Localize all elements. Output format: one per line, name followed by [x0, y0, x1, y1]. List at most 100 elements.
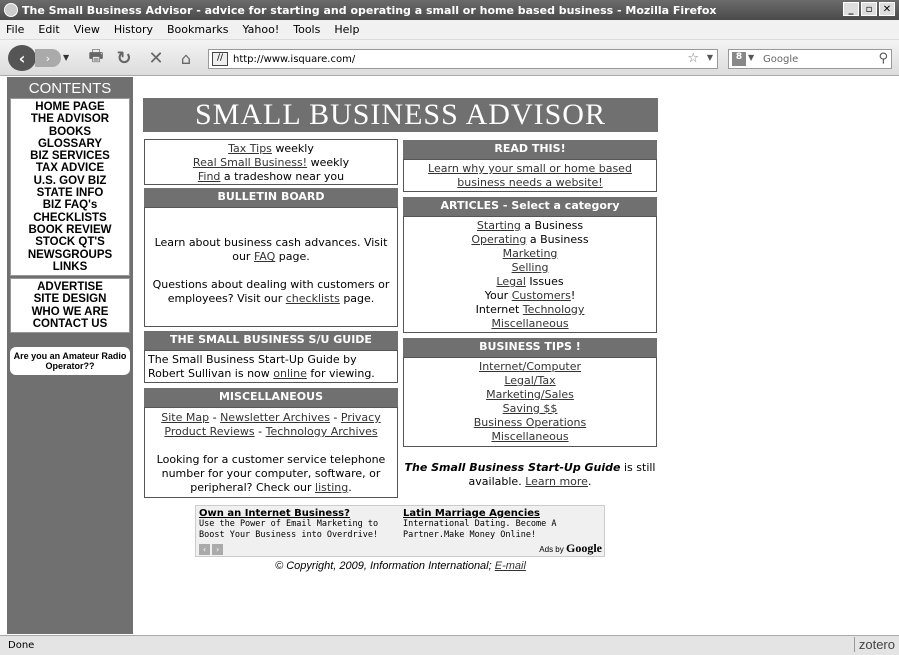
- misc-box: Site Map - Newsletter Archives - Privacy…: [144, 407, 398, 498]
- misc-sep-3: -: [254, 425, 266, 438]
- sidebar-item-site-design[interactable]: SITE DESIGN: [11, 293, 129, 305]
- maximize-button[interactable]: ▫: [861, 2, 877, 16]
- status-bar: Done zotero: [0, 635, 899, 655]
- email-link[interactable]: E-mail: [495, 560, 526, 572]
- ad-prev-icon[interactable]: ‹: [199, 544, 210, 555]
- sidebar: CONTENTS HOME PAGE THE ADVISOR BOOKS GLO…: [7, 77, 133, 634]
- tax-tips-link[interactable]: Tax Tips: [228, 142, 272, 155]
- bulletin-text-2-end: page.: [339, 292, 375, 305]
- sidebar-item-books[interactable]: BOOKS: [11, 126, 129, 138]
- learn-more-link[interactable]: Learn more: [525, 475, 588, 488]
- url-text: http://www.isquare.com/: [233, 53, 356, 65]
- sidebar-item-advisor[interactable]: THE ADVISOR: [11, 113, 129, 125]
- window-titlebar: The Small Business Advisor - advice for …: [0, 0, 899, 20]
- status-text: Done: [8, 640, 35, 651]
- sidebar-item-glossary[interactable]: GLOSSARY: [11, 138, 129, 150]
- print-icon[interactable]: 🖶: [86, 46, 106, 68]
- tip-internet-link[interactable]: Internet/Computer: [404, 360, 656, 374]
- window-controls: _ ▫ ✕: [843, 2, 895, 16]
- article-customers-link[interactable]: Customers: [512, 289, 571, 302]
- search-engine-dropdown-icon[interactable]: ▼: [748, 53, 754, 62]
- sidebar-item-book-review[interactable]: BOOK REVIEW: [11, 224, 129, 236]
- tip-operations-link[interactable]: Business Operations: [404, 416, 656, 430]
- address-bar[interactable]: // http://www.isquare.com/ ☆ ▼: [208, 49, 718, 69]
- product-reviews-link[interactable]: Product Reviews: [164, 425, 254, 438]
- google-ads: Own an Internet Business? Use the Power …: [195, 505, 605, 557]
- sidebar-item-home[interactable]: HOME PAGE: [11, 101, 129, 113]
- bookmark-star-icon[interactable]: ☆: [687, 51, 699, 66]
- ad-1-title[interactable]: Own an Internet Business?: [199, 508, 389, 519]
- menu-history[interactable]: History: [114, 23, 153, 36]
- ad-next-icon[interactable]: ›: [212, 544, 223, 555]
- ham-radio-link[interactable]: Are you an Amateur Radio Operator??: [10, 347, 130, 376]
- sidebar-item-newsgroups[interactable]: NEWSGROUPS: [11, 249, 129, 261]
- sidebar-item-who-we-are[interactable]: WHO WE ARE: [11, 306, 129, 318]
- sidebar-item-advertise[interactable]: ADVERTISE: [11, 281, 129, 293]
- misc-sep-2: -: [329, 411, 341, 424]
- search-engine-icon[interactable]: 8: [732, 52, 746, 66]
- article-starting-link[interactable]: Starting: [477, 219, 521, 232]
- menu-yahoo[interactable]: Yahoo!: [242, 23, 279, 36]
- checklists-link[interactable]: checklists: [286, 292, 340, 305]
- article-technology-link[interactable]: Technology: [523, 303, 585, 316]
- tip-legal-link[interactable]: Legal/Tax: [404, 374, 656, 388]
- forward-button[interactable]: ›: [35, 49, 61, 67]
- reload-icon[interactable]: ↻: [114, 48, 134, 69]
- menu-file[interactable]: File: [6, 23, 24, 36]
- real-small-business-link[interactable]: Real Small Business!: [193, 156, 307, 169]
- find-tradeshow-link[interactable]: Find: [198, 170, 221, 183]
- ad-2-title[interactable]: Latin Marriage Agencies: [403, 508, 593, 519]
- bulletin-item-2: Questions about dealing with customers o…: [149, 278, 393, 306]
- ads-by-google[interactable]: Ads by Google: [539, 542, 602, 555]
- article-prefix: Your: [484, 289, 512, 302]
- articles-header: ARTICLES - Select a category: [403, 197, 657, 216]
- bulletin-item-1: Learn about business cash advances. Visi…: [149, 236, 393, 264]
- sidebar-item-biz-services[interactable]: BIZ SERVICES: [11, 150, 129, 162]
- search-box[interactable]: 8 ▼ Google ⚲: [728, 49, 892, 69]
- technology-archives-link[interactable]: Technology Archives: [266, 425, 378, 438]
- article-legal-link[interactable]: Legal: [496, 275, 525, 288]
- promo-text-3: a tradeshow near you: [220, 170, 345, 183]
- guide-online-link[interactable]: online: [273, 367, 307, 380]
- article-item: Miscellaneous: [404, 317, 656, 331]
- article-operating-link[interactable]: Operating: [471, 233, 526, 246]
- menu-tools[interactable]: Tools: [293, 23, 320, 36]
- menu-edit[interactable]: Edit: [38, 23, 59, 36]
- tip-misc-link[interactable]: Miscellaneous: [404, 430, 656, 444]
- article-prefix: Internet: [475, 303, 523, 316]
- home-icon[interactable]: ⌂: [176, 48, 196, 68]
- menu-view[interactable]: View: [74, 23, 100, 36]
- tip-saving-link[interactable]: Saving $$: [404, 402, 656, 416]
- article-selling-link[interactable]: Selling: [512, 261, 549, 274]
- article-marketing-link[interactable]: Marketing: [503, 247, 558, 260]
- sidebar-item-us-gov-biz[interactable]: U.S. GOV BIZ: [11, 175, 129, 187]
- newsletter-archives-link[interactable]: Newsletter Archives: [220, 411, 330, 424]
- faq-link[interactable]: FAQ: [254, 250, 275, 263]
- sidebar-item-links[interactable]: LINKS: [11, 261, 129, 273]
- close-button[interactable]: ✕: [879, 2, 895, 16]
- sidebar-item-checklists[interactable]: CHECKLISTS: [11, 212, 129, 224]
- sidebar-item-contact-us[interactable]: CONTACT US: [11, 318, 129, 330]
- back-button[interactable]: ‹: [8, 45, 36, 71]
- website-article-link[interactable]: Learn why your small or home based busin…: [428, 162, 632, 189]
- sidebar-main-links: HOME PAGE THE ADVISOR BOOKS GLOSSARY BIZ…: [10, 98, 130, 277]
- article-misc-link[interactable]: Miscellaneous: [491, 317, 568, 330]
- search-icon[interactable]: ⚲: [878, 51, 888, 66]
- site-map-link[interactable]: Site Map: [161, 411, 209, 424]
- article-item: Selling: [404, 261, 656, 275]
- privacy-link[interactable]: Privacy: [341, 411, 381, 424]
- listing-link[interactable]: listing: [315, 481, 348, 494]
- sidebar-item-stock-qts[interactable]: STOCK QT'S: [11, 236, 129, 248]
- menu-bookmarks[interactable]: Bookmarks: [167, 23, 228, 36]
- url-dropdown-icon[interactable]: ▼: [707, 53, 713, 62]
- article-item: Marketing: [404, 247, 656, 261]
- history-dropdown-icon[interactable]: ▼: [63, 53, 69, 62]
- stop-icon[interactable]: ✕: [146, 48, 166, 69]
- zotero-button[interactable]: zotero: [853, 637, 899, 652]
- menu-help[interactable]: Help: [334, 23, 359, 36]
- sidebar-item-biz-faqs[interactable]: BIZ FAQ's: [11, 199, 129, 211]
- sidebar-item-state-info[interactable]: STATE INFO: [11, 187, 129, 199]
- minimize-button[interactable]: _: [843, 2, 859, 16]
- sidebar-item-tax-advice[interactable]: TAX ADVICE: [11, 162, 129, 174]
- tip-marketing-link[interactable]: Marketing/Sales: [404, 388, 656, 402]
